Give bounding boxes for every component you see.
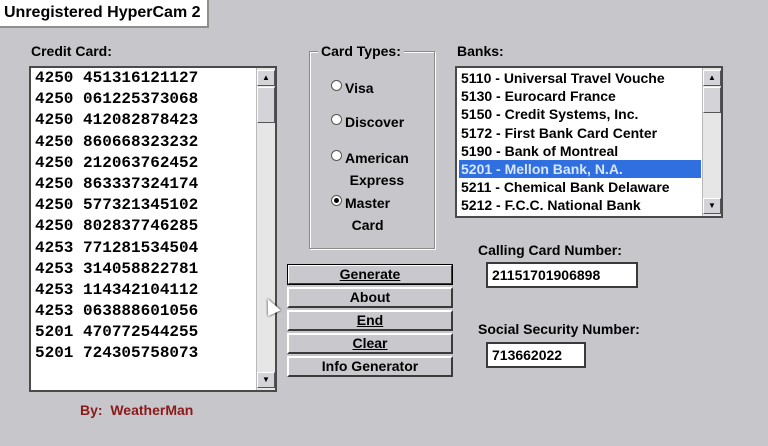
credit-card-list-item[interactable]: 4253 114342104112 (33, 280, 255, 301)
scroll-up-icon[interactable]: ▲ (257, 70, 275, 86)
credit-card-list-item[interactable]: 4250 061225373068 (33, 89, 255, 110)
credit-card-list-item[interactable]: 4250 412082878423 (33, 110, 255, 131)
credit-card-list-item[interactable]: 4253 063888601056 (33, 301, 255, 322)
ssn-label: Social Security Number: (478, 321, 640, 337)
bank-list-item[interactable]: 5211 - Chemical Bank Delaware (459, 178, 701, 196)
bank-list-item[interactable]: 5190 - Bank of Montreal (459, 142, 701, 160)
credit-card-list-item[interactable]: 4250 863337324174 (33, 174, 255, 195)
clear-button[interactable]: Clear (287, 333, 453, 354)
banks-scroll-up-icon[interactable]: ▲ (703, 70, 721, 86)
card-types-label: Card Types: (318, 43, 404, 59)
bank-list-item[interactable]: 5201 - Mellon Bank, N.A. (459, 159, 701, 179)
radio-discover-label: Discover (345, 114, 405, 130)
radio-master-card-dot[interactable] (331, 195, 342, 206)
credit-card-list-item[interactable]: 4250 802837746285 (33, 216, 255, 237)
credit-card-label: Credit Card: (31, 43, 112, 59)
radio-visa[interactable]: Visa (331, 77, 374, 99)
hypercam-watermark: Unregistered HyperCam 2 (0, 0, 209, 28)
author-credit-by: By: (80, 402, 103, 418)
radio-american-express-line2: Express (349, 172, 405, 188)
credit-card-list-item[interactable]: 4250 860668323232 (33, 132, 255, 153)
end-button[interactable]: End (287, 310, 453, 331)
radio-discover-dot[interactable] (331, 114, 342, 125)
radio-american-express-dot[interactable] (331, 150, 342, 161)
credit-card-listbox[interactable]: 4250 451316121127 4250 061225373068 4250 4… (29, 66, 277, 392)
credit-card-list-item[interactable]: 4250 212063762452 (33, 153, 255, 174)
author-credit-name: WeatherMan (110, 402, 194, 418)
calling-card-field[interactable]: 21151701906898 (486, 262, 638, 288)
credit-card-list-item[interactable]: 5201 724305758073 (33, 343, 255, 364)
scroll-down-icon[interactable]: ▼ (257, 372, 275, 388)
bank-list-item[interactable]: 5172 - First Bank Card Center (459, 124, 701, 142)
banks-items: 5110 - Universal Travel Vouche 5130 - Eur… (459, 69, 701, 216)
info-generator-button[interactable]: Info Generator (287, 356, 453, 377)
author-credit: By: WeatherMan (80, 402, 193, 418)
calling-card-label: Calling Card Number: (478, 242, 622, 258)
radio-master-card-label: Master Card (345, 192, 390, 236)
radio-visa-label: Visa (345, 80, 374, 96)
radio-visa-dot[interactable] (331, 80, 342, 91)
credit-card-items: 4250 451316121127 4250 061225373068 4250 4… (33, 68, 255, 390)
radio-master-card-line1: Master (345, 195, 391, 211)
radio-master-card[interactable]: Master Card (331, 192, 390, 236)
banks-label: Banks: (457, 43, 504, 59)
generate-button[interactable]: Generate (287, 264, 453, 285)
radio-american-express-line1: American (345, 150, 409, 166)
radio-american-express[interactable]: American Express (331, 147, 409, 191)
radio-master-card-line2: Card (351, 217, 384, 233)
bank-list-item[interactable]: 5212 - F.C.C. National Bank (459, 196, 701, 214)
banks-scrollbar[interactable]: ▲ ▼ (702, 68, 721, 216)
bank-list-item[interactable]: 5130 - Eurocard France (459, 87, 701, 105)
credit-card-scrollbar[interactable]: ▲ ▼ (256, 68, 275, 390)
credit-card-list-item[interactable]: 5201 470772544255 (33, 322, 255, 343)
radio-discover[interactable]: Discover (331, 111, 404, 133)
credit-card-list-item[interactable]: 4250 577321345102 (33, 195, 255, 216)
radio-american-express-label: American Express (345, 147, 409, 191)
credit-card-list-item[interactable]: 4253 771281534504 (33, 238, 255, 259)
credit-card-list-item[interactable]: 4253 314058822781 (33, 259, 255, 280)
ssn-field[interactable]: 713662022 (486, 342, 586, 368)
banks-scroll-down-icon[interactable]: ▼ (703, 198, 721, 214)
banks-scroll-thumb[interactable] (703, 87, 721, 113)
credit-card-list-item[interactable]: 4250 451316121127 (33, 68, 255, 89)
about-button[interactable]: About (287, 287, 453, 308)
scroll-thumb[interactable] (257, 87, 275, 123)
banks-listbox[interactable]: 5110 - Universal Travel Vouche 5130 - Eur… (455, 66, 723, 218)
bank-list-item[interactable]: 5150 - Credit Systems, Inc. (459, 105, 701, 123)
bank-list-item[interactable]: 5110 - Universal Travel Vouche (459, 69, 701, 87)
